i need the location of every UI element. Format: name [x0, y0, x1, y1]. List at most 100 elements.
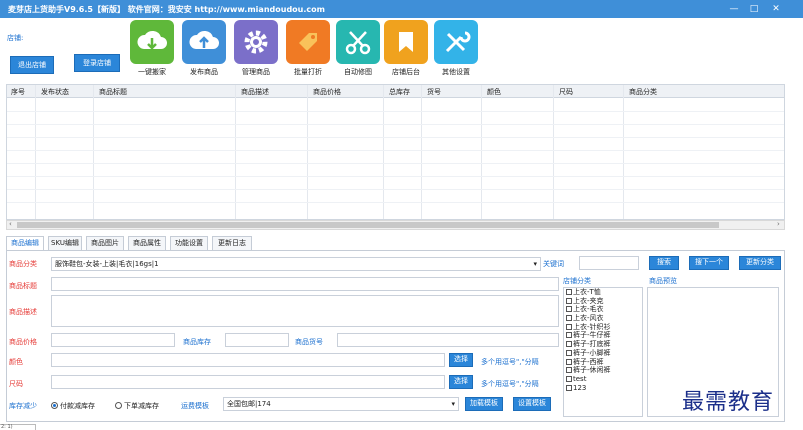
column-header[interactable]: 发布状态 [41, 87, 69, 97]
checkbox-icon [566, 384, 572, 391]
shop-category-item[interactable]: 裤子-小脚裤 [564, 349, 642, 358]
shop-category-item[interactable]: 裤子-牛仔裤 [564, 331, 642, 340]
price-label: 商品价格 [9, 338, 37, 346]
stock-input[interactable] [225, 333, 289, 347]
shop-category-item[interactable]: 上衣-T恤 [564, 288, 642, 297]
category-value: 服饰鞋包-女装-上装|毛衣|16gs|1 [55, 260, 159, 268]
column-header[interactable]: 货号 [427, 87, 441, 97]
status-indicator: 2: 1) [0, 424, 36, 430]
download-cloud-icon [130, 20, 174, 64]
column-header[interactable]: 商品价格 [313, 87, 341, 97]
color-hint: 多个用逗号","分隔 [481, 358, 539, 366]
column-header[interactable]: 总库存 [389, 87, 410, 97]
sku-number-input[interactable] [337, 333, 559, 347]
checkbox-icon [566, 367, 572, 374]
tool-publish-goods[interactable]: 发布商品 [180, 20, 228, 80]
scroll-left-icon[interactable]: ‹ [9, 220, 12, 228]
checkbox-icon [566, 341, 572, 348]
title-bar: 麦芽店上货助手V9.6.5【新版】 软件官网：我安安 http://www.mi… [0, 0, 803, 18]
shop-category-item[interactable]: 上衣-毛衣 [564, 305, 642, 314]
load-template-button[interactable]: 加载模板 [465, 397, 503, 411]
bookmark-icon [384, 20, 428, 64]
tool-other-settings[interactable]: 其他设置 [432, 20, 480, 80]
tab-function-settings[interactable]: 功能设置 [170, 236, 208, 250]
tool-manage-goods[interactable]: 管理商品 [232, 20, 280, 80]
tab-sku-edit[interactable]: SKU编辑 [48, 236, 82, 250]
tool-shop-backend[interactable]: 店铺后台 [382, 20, 430, 80]
search-button[interactable]: 搜索 [649, 256, 679, 270]
preview-label: 商品预览 [649, 277, 677, 285]
keyword-input[interactable] [579, 256, 639, 270]
color-label: 颜色 [9, 358, 23, 366]
description-label: 商品描述 [9, 308, 37, 316]
radio-order-reduce[interactable]: 下单减库存 [115, 401, 159, 411]
checkbox-icon [566, 358, 572, 365]
radio-pay-reduce[interactable]: 付款减库存 [51, 401, 95, 411]
search-next-button[interactable]: 搜下一个 [689, 256, 729, 270]
shipping-template-select[interactable]: 全国包邮|174 ▾ [223, 397, 459, 411]
tab-update-log[interactable]: 更新日志 [212, 236, 252, 250]
column-header[interactable]: 颜色 [487, 87, 501, 97]
checkbox-icon [566, 375, 572, 382]
minimize-icon[interactable]: — [726, 2, 742, 16]
title-label: 商品标题 [9, 282, 37, 290]
scroll-right-icon[interactable]: › [777, 220, 780, 228]
description-input[interactable] [51, 295, 559, 327]
shop-category-item[interactable]: 裤子-西裤 [564, 358, 642, 367]
login-shop-button[interactable]: 登录店铺 [74, 54, 120, 72]
goods-edit-panel: 商品分类 服饰鞋包-女装-上装|毛衣|16gs|1 ▾ 关键词 搜索 搜下一个 … [6, 250, 785, 422]
shop-category-label: 店铺分类 [563, 277, 591, 285]
column-header[interactable]: 序号 [11, 87, 25, 97]
close-icon[interactable]: ✕ [768, 2, 784, 16]
checkbox-icon [566, 315, 572, 322]
shop-category-item[interactable]: test [564, 375, 642, 384]
checkbox-icon [566, 297, 572, 304]
shop-category-list[interactable]: 上衣-T恤 上衣-夹克 上衣-毛衣 上衣-风衣 上衣-针织衫 裤子-牛仔裤 裤子… [563, 287, 643, 417]
tool-auto-retouch[interactable]: 自动修图 [334, 20, 382, 80]
tools-icon [434, 20, 478, 64]
tool-label: 自动修图 [344, 68, 372, 76]
price-tag-icon [286, 20, 330, 64]
tool-label: 批量打折 [294, 68, 322, 76]
horizontal-scrollbar[interactable]: ‹ › [6, 220, 785, 230]
tool-batch-discount[interactable]: 批量打折 [284, 20, 332, 80]
tool-one-click-move[interactable]: 一键搬家 [128, 20, 176, 80]
column-header[interactable]: 商品标题 [99, 87, 127, 97]
size-label: 尺码 [9, 380, 23, 388]
shipping-template-label: 运费模板 [181, 402, 209, 410]
goods-table[interactable]: 序号 发布状态 商品标题 商品描述 商品价格 总库存 货号 颜色 尺码 商品分类 [6, 84, 785, 220]
shop-category-item[interactable]: 裤子-休闲裤 [564, 366, 642, 375]
watermark-text: 最需教育 [682, 390, 775, 415]
sku-number-label: 商品货号 [295, 338, 323, 346]
checkbox-icon [566, 323, 572, 330]
color-input[interactable] [51, 353, 445, 367]
tab-goods-images[interactable]: 商品图片 [86, 236, 124, 250]
tab-goods-edit[interactable]: 商品编辑 [6, 236, 44, 250]
scroll-thumb[interactable] [17, 222, 719, 228]
shop-category-item[interactable]: 裤子-打底裤 [564, 340, 642, 349]
tool-label: 发布商品 [190, 68, 218, 76]
choose-color-button[interactable]: 选择 [449, 353, 473, 367]
column-header[interactable]: 尺码 [559, 87, 573, 97]
column-header[interactable]: 商品描述 [241, 87, 269, 97]
toolbar: 店铺: 退出店铺 登录店铺 一键搬家 发布商品 管理商品 批量打折 自动修图 店… [0, 18, 803, 82]
shop-category-item[interactable]: 123 [564, 384, 642, 393]
shop-category-item[interactable]: 上衣-风衣 [564, 314, 642, 323]
chevron-down-icon: ▾ [533, 260, 537, 268]
tab-goods-attributes[interactable]: 商品属性 [128, 236, 166, 250]
choose-size-button[interactable]: 选择 [449, 375, 473, 389]
update-category-button[interactable]: 更新分类 [739, 256, 781, 270]
column-header[interactable]: 商品分类 [629, 87, 657, 97]
checkbox-icon [566, 332, 572, 339]
price-input[interactable] [51, 333, 175, 347]
title-input[interactable] [51, 277, 559, 291]
category-select[interactable]: 服饰鞋包-女装-上装|毛衣|16gs|1 ▾ [51, 257, 541, 271]
size-input[interactable] [51, 375, 445, 389]
radio-checked-icon [51, 402, 58, 409]
logout-shop-button[interactable]: 退出店铺 [10, 56, 54, 74]
stock-reduce-label: 库存减少 [9, 402, 37, 410]
upload-cloud-icon [182, 20, 226, 64]
set-template-button[interactable]: 设置模板 [513, 397, 551, 411]
shop-label: 店铺: [7, 34, 24, 42]
maximize-icon[interactable]: □ [746, 2, 762, 16]
